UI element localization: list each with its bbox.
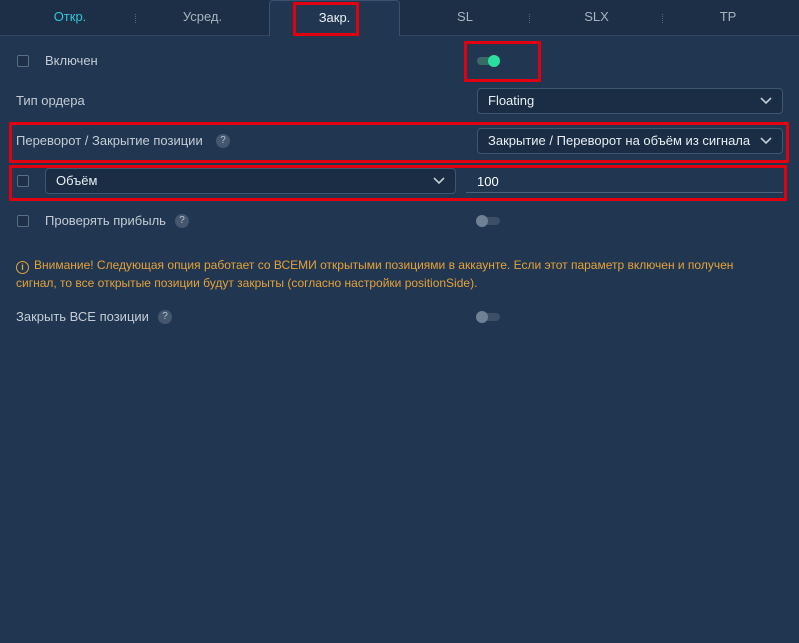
tab-bar: Откр. Усред. Закр. SL SLX TP (0, 0, 799, 36)
close-all-toggle[interactable] (476, 310, 502, 324)
order-type-label: Тип ордера (16, 93, 85, 108)
help-icon[interactable]: ? (175, 214, 189, 228)
enabled-toggle[interactable] (476, 54, 502, 68)
tab-close[interactable]: Закр. (269, 0, 400, 36)
tab-average[interactable]: Усред. (140, 0, 265, 35)
help-icon[interactable]: ? (158, 310, 172, 324)
reversal-label: Переворот / Закрытие позиции (16, 133, 203, 148)
check-profit-toggle[interactable] (476, 214, 502, 228)
warning-text: Внимание! Следующая опция работает со ВС… (16, 258, 734, 290)
tab-open[interactable]: Откр. (0, 0, 140, 35)
warning-message: i Внимание! Следующая опция работает со В… (16, 256, 776, 292)
volume-checkbox[interactable] (17, 175, 29, 187)
reversal-select[interactable]: Закрытие / Переворот на объём из сигнала (477, 128, 783, 154)
chevron-down-icon (760, 137, 772, 145)
check-profit-label: Проверять прибыль (45, 213, 166, 228)
volume-type-select[interactable]: Объём (45, 168, 456, 194)
order-type-value: Floating (488, 93, 535, 108)
toggle-knob (476, 215, 488, 227)
volume-input-underline (466, 192, 783, 193)
volume-input[interactable]: 100 (477, 174, 499, 189)
tab-separator (135, 14, 137, 23)
chevron-down-icon (433, 177, 445, 185)
enabled-checkbox[interactable] (17, 55, 29, 67)
chevron-down-icon (760, 97, 772, 105)
enabled-label: Включен (45, 53, 98, 68)
toggle-knob (488, 55, 500, 67)
toggle-knob (476, 311, 488, 323)
tab-sl[interactable]: SL (400, 0, 530, 35)
help-icon[interactable]: ? (216, 134, 230, 148)
close-all-label: Закрыть ВСЕ позиции (16, 309, 149, 324)
order-type-select[interactable]: Floating (477, 88, 783, 114)
tab-tp[interactable]: TP (663, 0, 793, 35)
volume-type-value: Объём (56, 173, 98, 188)
reversal-value: Закрытие / Переворот на объём из сигнала (488, 133, 751, 148)
tab-slx[interactable]: SLX (530, 0, 663, 35)
info-icon: i (16, 261, 29, 274)
check-profit-checkbox[interactable] (17, 215, 29, 227)
